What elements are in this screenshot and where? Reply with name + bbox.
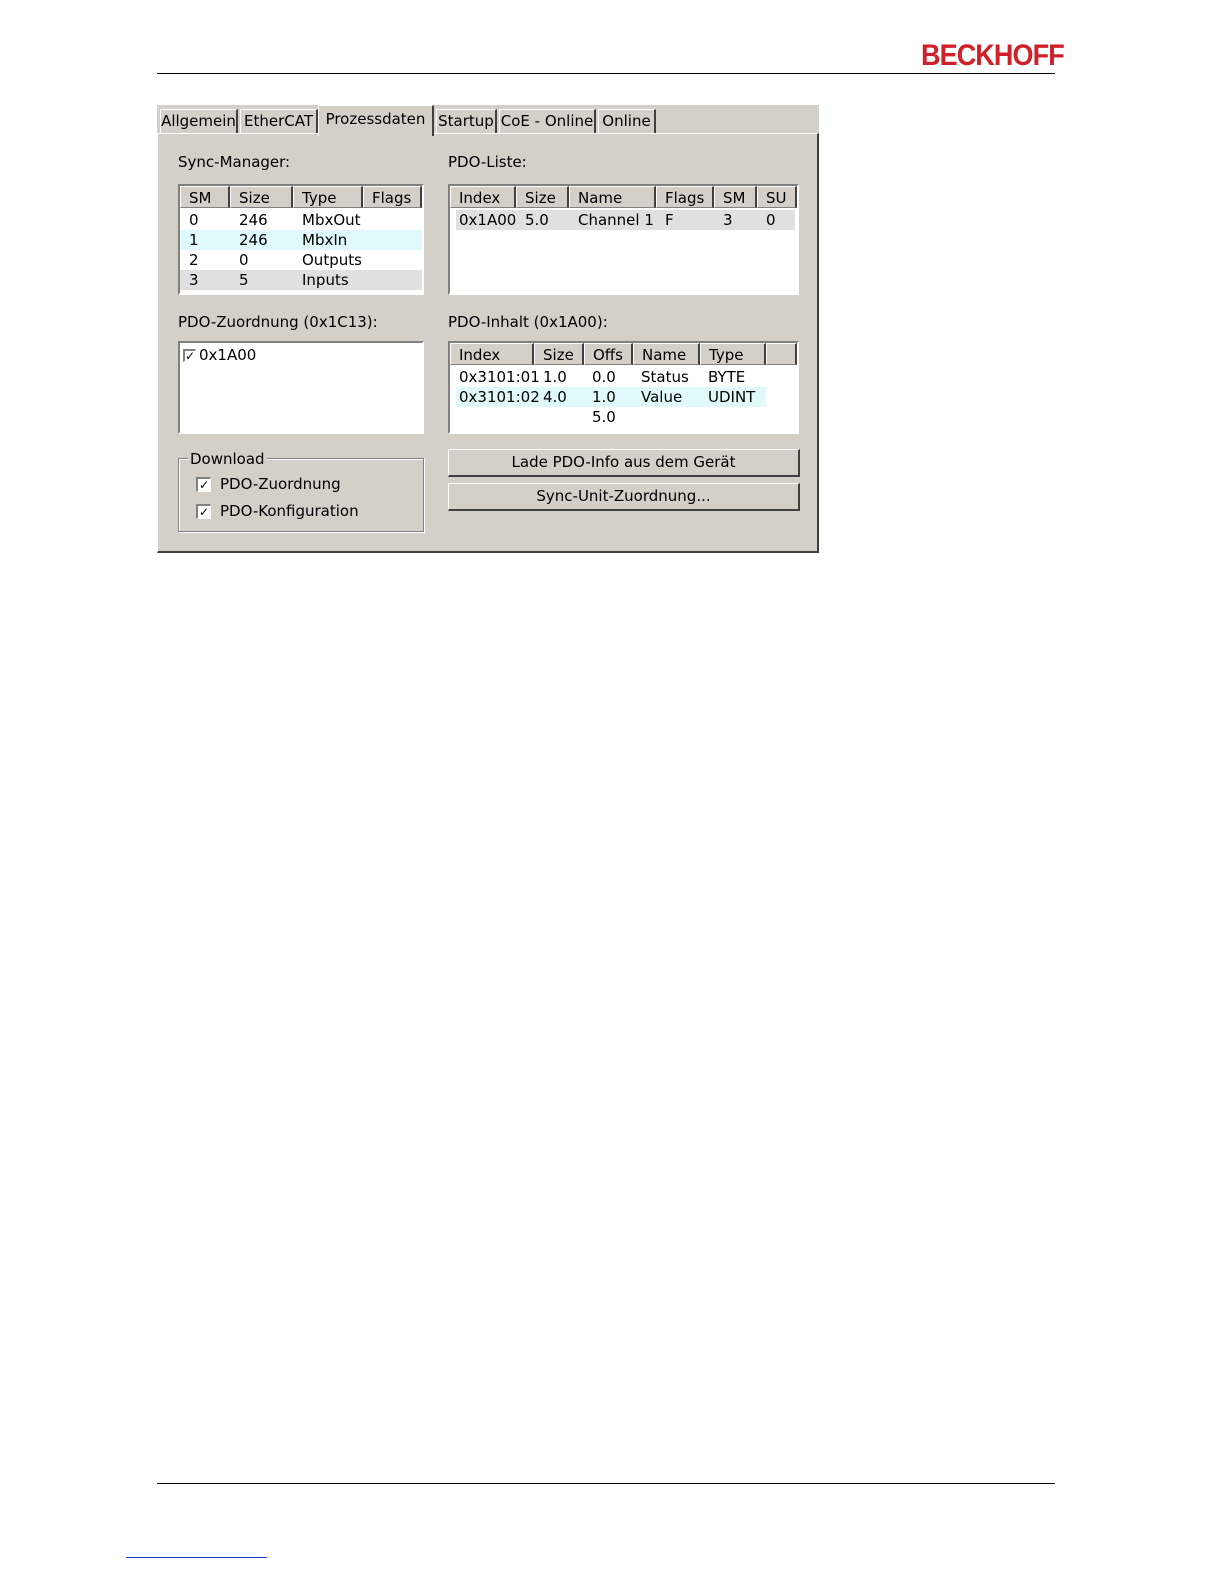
- type-cell: Inputs: [302, 271, 349, 289]
- size-cell: 246: [239, 231, 268, 249]
- index-cell: 0x1A00: [459, 211, 517, 229]
- sm-cell: 1: [189, 231, 199, 249]
- table-row[interactable]: 0x1A00 5.0 Channel 1 F 3 0: [456, 210, 795, 230]
- type-cell: MbxIn: [302, 231, 348, 249]
- table-row[interactable]: 0 246 MbxOut: [180, 210, 422, 230]
- table-row[interactable]: 0x3101:02 4.0 1.0 Value UDINT: [456, 387, 766, 407]
- tab-panel-prozessdaten: Sync-Manager: SM Size Type Flags 0 246 M…: [157, 133, 819, 553]
- offs-cell: 1.0: [592, 388, 616, 406]
- table-row[interactable]: 1 246 MbxIn: [180, 230, 422, 250]
- size-cell: 5: [239, 271, 249, 289]
- pdo-zuordnung-download-checkbox[interactable]: ✓: [196, 477, 211, 492]
- pdo-assignment-checkbox[interactable]: ✓: [183, 349, 196, 362]
- size-cell: 4.0: [543, 388, 567, 406]
- type-cell: UDINT: [708, 388, 756, 406]
- tab-prozessdaten[interactable]: Prozessdaten: [318, 105, 434, 136]
- tab-online[interactable]: Online: [598, 109, 656, 133]
- column-header-name[interactable]: Name: [569, 186, 656, 208]
- pdo-assignment-label: 0x1A00: [199, 346, 257, 364]
- size-cell: 246: [239, 211, 268, 229]
- type-cell: Outputs: [302, 251, 362, 269]
- column-header-type[interactable]: Type: [700, 343, 766, 365]
- download-group-title: Download: [188, 450, 267, 468]
- su-cell: 0: [766, 211, 776, 229]
- size-cell: 1.0: [543, 368, 567, 386]
- table-row[interactable]: 0x3101:01 1.0 0.0 Status BYTE: [456, 367, 766, 387]
- name-cell: Status: [641, 368, 689, 386]
- column-header-name[interactable]: Name: [633, 343, 700, 365]
- sync-manager-label: Sync-Manager:: [178, 153, 291, 171]
- table-row[interactable]: 5.0: [456, 407, 766, 427]
- pdo-inhalt-list[interactable]: Index Size Offs Name Type 0x3101:01 1.0 …: [448, 341, 799, 434]
- size-cell: 0: [239, 251, 249, 269]
- pdo-liste-list[interactable]: Index Size Name Flags SM SU 0x1A00 5.0 C…: [448, 184, 799, 295]
- column-header-flags[interactable]: Flags: [656, 186, 714, 208]
- process-data-dialog: Allgemein EtherCAT Prozessdaten Startup …: [157, 105, 819, 553]
- column-header-flags[interactable]: Flags: [363, 186, 422, 208]
- column-header-size[interactable]: Size: [516, 186, 569, 208]
- download-groupbox: [178, 458, 424, 532]
- load-pdo-info-button[interactable]: Lade PDO-Info aus dem Gerät: [448, 449, 800, 477]
- type-cell: BYTE: [708, 368, 746, 386]
- column-header-offs[interactable]: Offs: [584, 343, 633, 365]
- flags-cell: F: [665, 211, 674, 229]
- header-rule: [157, 73, 1055, 74]
- pdo-liste-label: PDO-Liste:: [448, 153, 527, 171]
- offs-cell: 0.0: [592, 368, 616, 386]
- pdo-zuordnung-list[interactable]: ✓ 0x1A00: [178, 341, 424, 434]
- column-header-sm[interactable]: SM: [180, 186, 230, 208]
- footer-rule: [157, 1483, 1055, 1484]
- sync-manager-list[interactable]: SM Size Type Flags 0 246 MbxOut 1 246 Mb…: [178, 184, 424, 295]
- tab-strip: Allgemein EtherCAT Prozessdaten Startup …: [157, 105, 819, 136]
- pdo-inhalt-label: PDO-Inhalt (0x1A00):: [448, 313, 608, 331]
- list-item[interactable]: ✓ 0x1A00: [180, 345, 422, 365]
- sync-unit-assignment-button[interactable]: Sync-Unit-Zuordnung...: [448, 483, 800, 511]
- column-header-su[interactable]: SU: [757, 186, 797, 208]
- pdo-zuordnung-download-label: PDO-Zuordnung: [220, 475, 341, 493]
- column-header-sm[interactable]: SM: [714, 186, 757, 208]
- column-header-size[interactable]: Size: [534, 343, 584, 365]
- sm-cell: 3: [189, 271, 199, 289]
- table-row[interactable]: 3 5 Inputs: [180, 270, 422, 290]
- sm-cell: 2: [189, 251, 199, 269]
- tab-coe-online[interactable]: CoE - Online: [499, 109, 596, 133]
- tab-ethercat[interactable]: EtherCAT: [240, 109, 318, 133]
- sm-cell: 3: [723, 211, 733, 229]
- tab-allgemein[interactable]: Allgemein: [160, 109, 238, 133]
- pdo-konfiguration-download-checkbox[interactable]: ✓: [196, 504, 211, 519]
- column-header-index[interactable]: Index: [450, 186, 516, 208]
- column-header-filler: [766, 343, 797, 365]
- size-cell: 5.0: [525, 211, 549, 229]
- sm-cell: 0: [189, 211, 199, 229]
- column-header-type[interactable]: Type: [293, 186, 363, 208]
- name-cell: Channel 1: [578, 211, 654, 229]
- footer-link-underline: [126, 1557, 267, 1558]
- beckhoff-logo: BECKHOFF: [921, 39, 1065, 72]
- index-cell: 0x3101:01: [459, 368, 540, 386]
- name-cell: Value: [641, 388, 683, 406]
- type-cell: MbxOut: [302, 211, 361, 229]
- pdo-zuordnung-label: PDO-Zuordnung (0x1C13):: [178, 313, 378, 331]
- pdo-konfiguration-download-label: PDO-Konfiguration: [220, 502, 359, 520]
- offs-cell: 5.0: [592, 408, 616, 426]
- column-header-index[interactable]: Index: [450, 343, 534, 365]
- index-cell: 0x3101:02: [459, 388, 540, 406]
- tab-startup[interactable]: Startup: [436, 109, 497, 133]
- table-row[interactable]: 2 0 Outputs: [180, 250, 422, 270]
- column-header-size[interactable]: Size: [230, 186, 293, 208]
